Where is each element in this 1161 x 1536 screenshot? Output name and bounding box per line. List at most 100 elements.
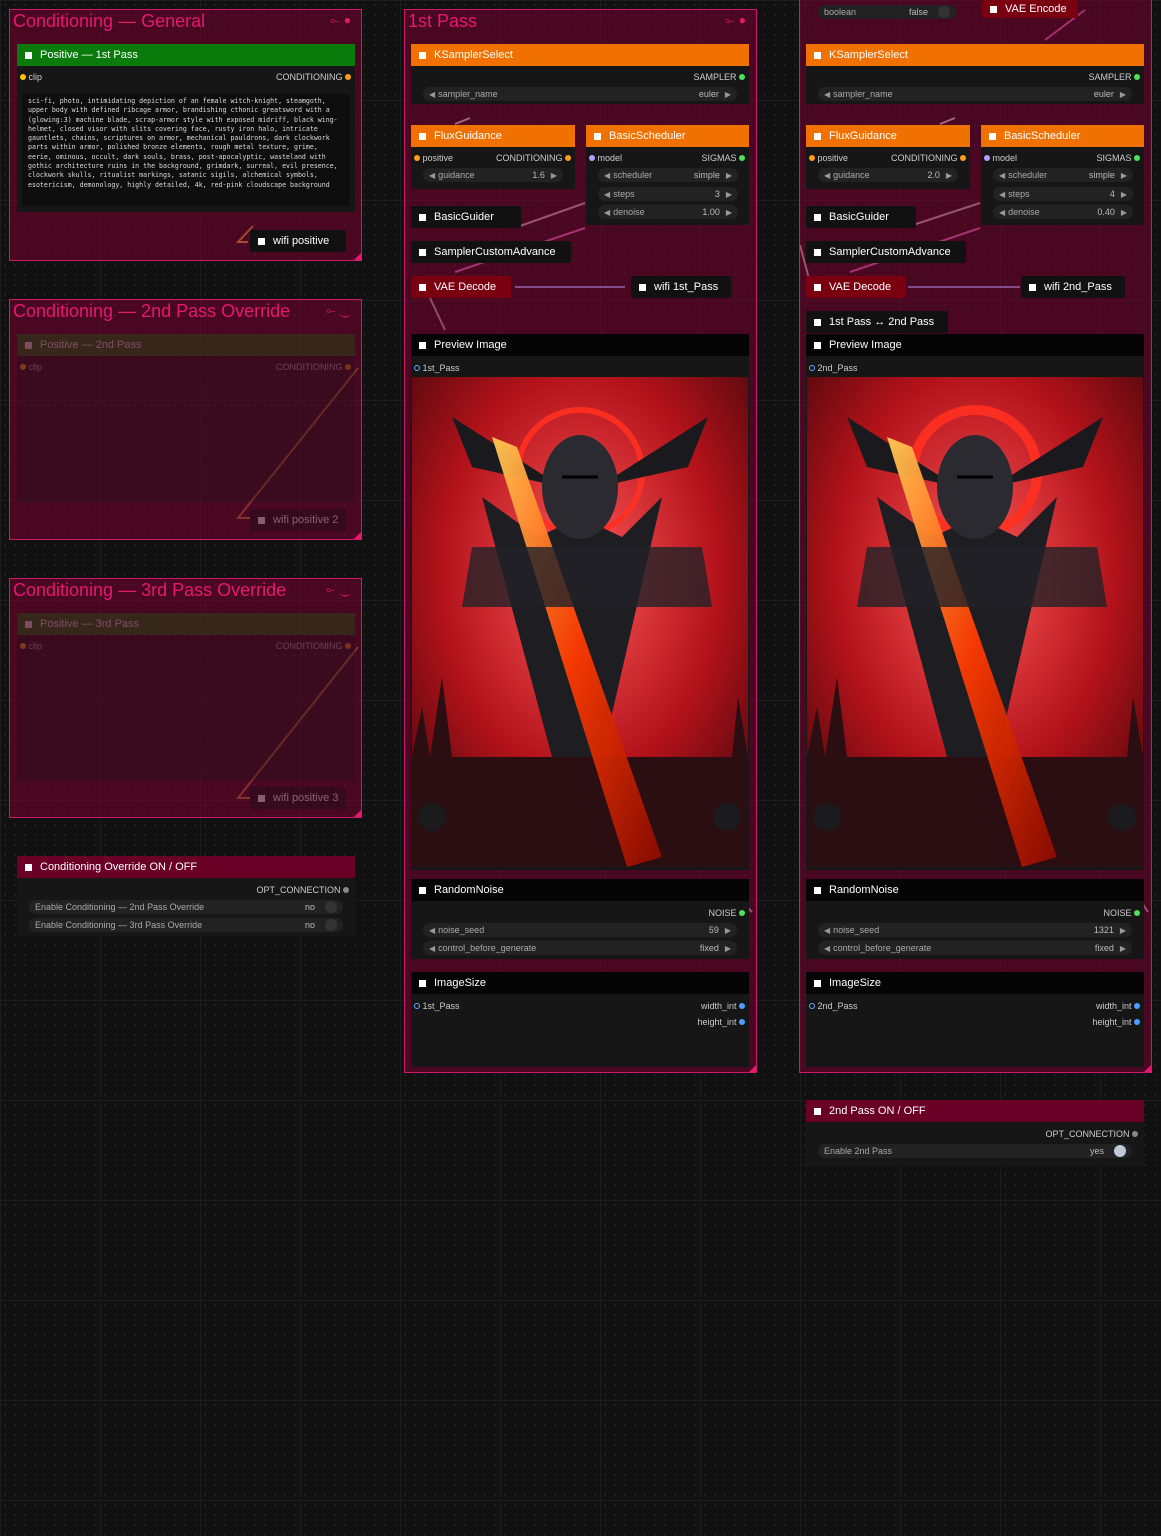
group-toolbar-icons[interactable]: ⟜‿ <box>326 582 355 597</box>
toggle-knob-icon[interactable] <box>938 6 950 18</box>
node-basic-guider[interactable]: BasicGuider <box>411 206 521 228</box>
output-noise[interactable]: NOISE <box>1103 908 1140 918</box>
output-height-int[interactable]: height_int <box>1092 1017 1140 1027</box>
socket-dot-icon[interactable] <box>1134 1019 1140 1025</box>
collapse-icon[interactable] <box>25 863 32 871</box>
arrow-right-icon[interactable]: ▶ <box>1120 944 1126 953</box>
node-positive-2nd-pass[interactable]: Positive — 2nd Pass clip CONDITIONING <box>17 334 355 502</box>
collapse-icon[interactable] <box>814 341 821 349</box>
node-image-size[interactable]: ImageSize 1st_Pass width_int height_int <box>411 972 749 1067</box>
collapse-icon[interactable] <box>814 979 821 987</box>
toggle-knob-icon[interactable] <box>1114 1145 1126 1157</box>
collapse-icon[interactable] <box>814 886 821 894</box>
input-model[interactable]: model <box>984 153 1017 163</box>
node-basic-guider[interactable]: BasicGuider <box>806 206 916 228</box>
sampler-name-select[interactable]: ◀ sampler_name euler ▶ <box>423 87 737 101</box>
node-header[interactable]: RandomNoise <box>806 879 1144 901</box>
collapse-icon[interactable] <box>25 620 32 628</box>
node-header[interactable]: Positive — 3rd Pass <box>17 613 355 635</box>
input-positive[interactable]: positive <box>414 153 453 163</box>
node-header[interactable]: Conditioning Override ON / OFF <box>17 856 355 878</box>
group-toolbar-icons[interactable]: ⟜● <box>330 13 355 28</box>
collapse-icon[interactable] <box>419 132 426 140</box>
node-random-noise[interactable]: RandomNoise NOISE ◀ noise_seed 1321 ▶ ◀ cont… <box>806 879 1144 959</box>
input-clip[interactable]: clip <box>20 362 42 372</box>
node-vae-decode[interactable]: VAE Decode <box>806 276 906 298</box>
node-wifi-positive-3[interactable]: wifi positive 3 <box>250 787 346 809</box>
socket-dot-icon[interactable] <box>1134 74 1140 80</box>
output-sigmas[interactable]: SIGMAS <box>701 153 745 163</box>
collapse-icon[interactable] <box>419 213 426 221</box>
socket-dot-icon[interactable] <box>1132 1131 1138 1137</box>
arrow-left-icon[interactable]: ◀ <box>604 208 610 217</box>
collapse-icon[interactable] <box>1029 283 1036 291</box>
socket-ring-icon[interactable] <box>809 1003 815 1009</box>
node-basic-scheduler[interactable]: BasicScheduler model SIGMAS ◀ scheduler si… <box>586 125 749 225</box>
arrow-right-icon[interactable]: ▶ <box>1120 90 1126 99</box>
collapse-icon[interactable] <box>814 51 821 59</box>
socket-dot-icon[interactable] <box>984 155 990 161</box>
node-wifi-pass-output[interactable]: wifi 1st_Pass <box>631 276 731 298</box>
input-images[interactable]: 1st_Pass <box>414 363 460 373</box>
socket-dot-icon[interactable] <box>739 1003 745 1009</box>
arrow-left-icon[interactable]: ◀ <box>824 926 830 935</box>
output-width-int[interactable]: width_int <box>1096 1001 1140 1011</box>
output-sampler[interactable]: SAMPLER <box>1088 72 1140 82</box>
socket-dot-icon[interactable] <box>589 155 595 161</box>
arrow-right-icon[interactable]: ▶ <box>726 208 732 217</box>
resize-handle[interactable] <box>1144 1065 1151 1072</box>
collapse-icon[interactable] <box>419 283 426 291</box>
node-preview-image[interactable]: Preview Image 2nd_Pass <box>806 334 1144 870</box>
arrow-left-icon[interactable]: ◀ <box>429 926 435 935</box>
toggle-knob-icon[interactable] <box>325 919 337 931</box>
collapse-icon[interactable] <box>25 341 32 349</box>
input-clip[interactable]: clip <box>20 641 42 651</box>
node-header[interactable]: 2nd Pass ON / OFF <box>806 1100 1144 1122</box>
node-header[interactable]: RandomNoise <box>411 879 749 901</box>
collapse-icon[interactable] <box>594 132 601 140</box>
node-header[interactable]: BasicScheduler <box>586 125 749 147</box>
socket-ring-icon[interactable] <box>414 1003 420 1009</box>
socket-dot-icon[interactable] <box>20 643 26 649</box>
denoise-stepper[interactable]: ◀ denoise 0.40 ▶ <box>993 205 1133 219</box>
node-sampler-custom-advance[interactable]: SamplerCustomAdvance <box>806 241 966 263</box>
denoise-stepper[interactable]: ◀ denoise 1.00 ▶ <box>598 205 738 219</box>
input-image[interactable]: 2nd_Pass <box>809 1001 858 1011</box>
arrow-left-icon[interactable]: ◀ <box>604 190 610 199</box>
arrow-right-icon[interactable]: ▶ <box>551 171 557 180</box>
steps-stepper[interactable]: ◀ steps 4 ▶ <box>993 187 1133 201</box>
collapse-icon[interactable] <box>814 213 821 221</box>
output-opt-connection[interactable]: OPT_CONNECTION <box>1045 1129 1138 1139</box>
node-header[interactable]: Positive — 2nd Pass <box>17 334 355 356</box>
group-toolbar-icons[interactable]: ⟜‿ <box>326 303 355 318</box>
node-preview-image[interactable]: Preview Image 1st_Pass <box>411 334 749 870</box>
arrow-left-icon[interactable]: ◀ <box>429 944 435 953</box>
input-image[interactable]: 1st_Pass <box>414 1001 460 1011</box>
node-flux-guidance[interactable]: FluxGuidance positive CONDITIONING ◀ guid… <box>806 125 970 189</box>
socket-dot-icon[interactable] <box>345 364 351 370</box>
collapse-icon[interactable] <box>258 794 265 802</box>
arrow-right-icon[interactable]: ▶ <box>1120 926 1126 935</box>
output-noise[interactable]: NOISE <box>708 908 745 918</box>
node-header[interactable]: BasicScheduler <box>981 125 1144 147</box>
collapse-icon[interactable] <box>990 5 997 13</box>
output-sampler[interactable]: SAMPLER <box>693 72 745 82</box>
arrow-left-icon[interactable]: ◀ <box>429 171 435 180</box>
steps-stepper[interactable]: ◀ steps 3 ▶ <box>598 187 738 201</box>
node-header[interactable]: ImageSize <box>806 972 1144 994</box>
node-2nd-pass-switch[interactable]: 2nd Pass ON / OFF OPT_CONNECTION Enable … <box>806 1100 1144 1166</box>
arrow-right-icon[interactable]: ▶ <box>725 926 731 935</box>
resize-handle[interactable] <box>749 1065 756 1072</box>
collapse-icon[interactable] <box>419 51 426 59</box>
socket-dot-icon[interactable] <box>739 155 745 161</box>
socket-dot-icon[interactable] <box>1134 1003 1140 1009</box>
output-conditioning[interactable]: CONDITIONING <box>276 641 351 651</box>
socket-dot-icon[interactable] <box>809 155 815 161</box>
node-header[interactable]: FluxGuidance <box>806 125 970 147</box>
socket-ring-icon[interactable] <box>809 365 815 371</box>
node-positive-1st-pass[interactable]: Positive — 1st Pass clip CONDITIONING sc… <box>17 44 355 212</box>
node-random-noise[interactable]: RandomNoise NOISE ◀ noise_seed 59 ▶ ◀ contro… <box>411 879 749 959</box>
control-before-generate-select[interactable]: ◀ control_before_generate fixed ▶ <box>818 941 1132 955</box>
node-basic-scheduler[interactable]: BasicScheduler model SIGMAS ◀ scheduler si… <box>981 125 1144 225</box>
node-conditioning-override-switch[interactable]: Conditioning Override ON / OFF OPT_CONNE… <box>17 856 355 936</box>
